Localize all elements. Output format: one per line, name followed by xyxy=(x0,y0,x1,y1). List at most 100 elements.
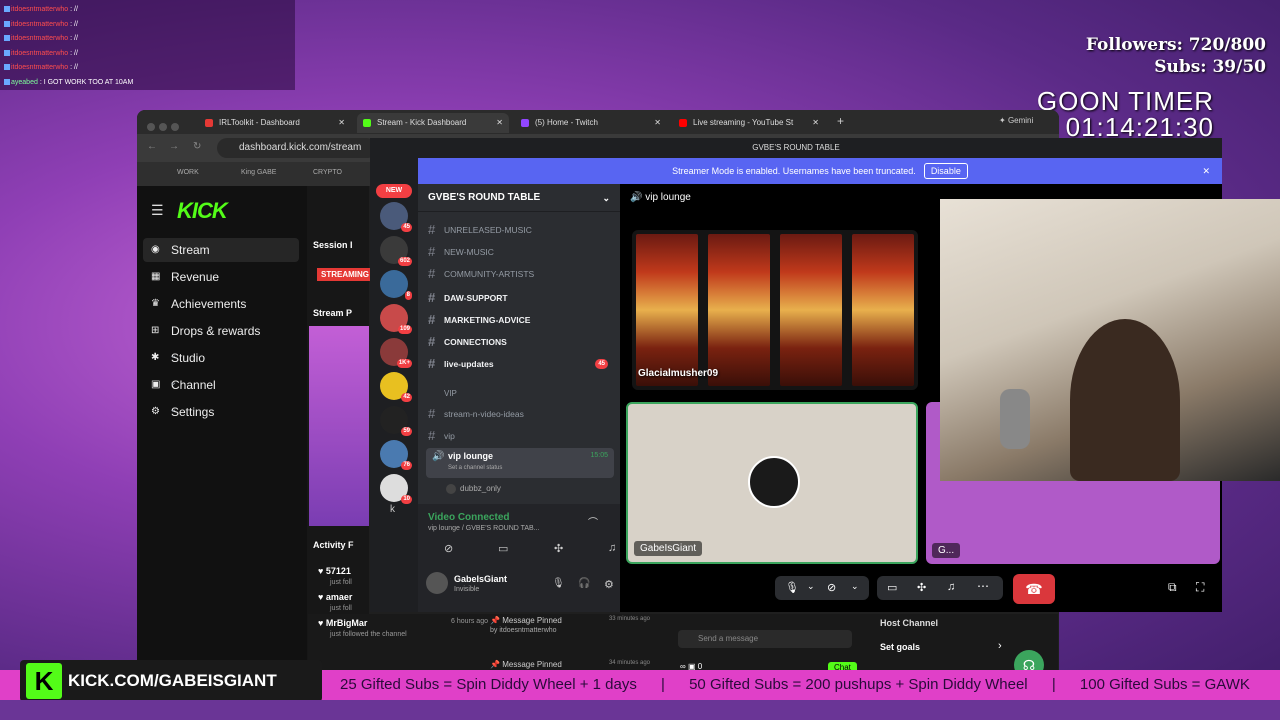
screen-share-icon[interactable]: ▭ xyxy=(887,581,897,594)
channel-item[interactable]: # stream-n-video-ideas xyxy=(426,404,614,424)
fullscreen-icon[interactable]: ⛶ xyxy=(1196,580,1204,595)
voice-channel-active[interactable]: 🔊 vip lounge Set a channel status 15:05 xyxy=(426,448,614,478)
server-header[interactable]: GVBE'S ROUND TABLE ⌄ xyxy=(418,184,620,212)
nav-studio[interactable]: ✱ Studio ⌄ xyxy=(143,346,299,370)
tab-youtube[interactable]: Live streaming - YouTube St ✕ xyxy=(673,113,825,133)
close-icon[interactable]: ✕ xyxy=(654,113,661,133)
gear-icon[interactable]: ⚙ xyxy=(604,578,614,591)
disconnect-icon[interactable]: ⌒ xyxy=(588,514,598,529)
channel-item[interactable]: # MARKETING-ADVICE xyxy=(426,310,614,330)
new-tab-icon[interactable]: + xyxy=(837,114,844,128)
channel-item[interactable]: # DAW-SUPPORT xyxy=(426,288,614,308)
channel-item[interactable]: # NEW-MUSIC xyxy=(426,242,614,262)
close-icon[interactable]: ✕ xyxy=(338,113,345,133)
window-title: GVBE'S ROUND TABLE xyxy=(752,143,840,152)
phone-hangup-icon: ☎ xyxy=(1025,581,1043,597)
forward-icon[interactable]: → xyxy=(169,141,179,152)
chat-user: itdoesntmatterwho xyxy=(11,64,69,71)
tab-label: Live streaming - YouTube St xyxy=(693,118,794,127)
server-icon[interactable]: 76 xyxy=(380,440,412,470)
reload-icon[interactable]: ↻ xyxy=(193,141,201,152)
bookmark-king-gabe[interactable]: King GABE xyxy=(241,169,276,176)
server-icon[interactable]: 59 xyxy=(380,406,412,436)
chevron-down-icon[interactable]: ⌄ xyxy=(851,581,859,592)
video-tile[interactable]: GabeIsGiant xyxy=(626,402,918,564)
server-icon[interactable]: 602 xyxy=(380,236,412,266)
channel-item[interactable]: # live-updates 45 xyxy=(426,354,614,374)
close-icon[interactable]: ✕ xyxy=(812,113,819,133)
channel-item[interactable]: # UNRELEASED-MUSIC xyxy=(426,220,614,240)
category-vip[interactable]: VIP xyxy=(426,384,614,404)
server-icon[interactable]: 45 xyxy=(380,202,412,232)
window-controls[interactable] xyxy=(147,118,187,131)
host-channel[interactable]: Host Channel xyxy=(880,618,938,628)
mic-icon[interactable]: 🎙 xyxy=(785,581,799,594)
pinned-time: 33 minutes ago xyxy=(608,616,650,622)
soundboard-icon[interactable]: ♫ xyxy=(608,542,616,554)
activities-icon[interactable]: ✣ xyxy=(917,581,926,594)
activities-icon[interactable]: ✣ xyxy=(554,542,563,555)
channel-item[interactable]: # CONNECTIONS xyxy=(426,332,614,352)
menu-icon[interactable]: ☰ xyxy=(151,202,164,219)
gemini-button[interactable]: ✦ Gemini xyxy=(999,116,1033,125)
tab-twitch[interactable]: (5) Home - Twitch ✕ xyxy=(515,113,667,133)
pinned-title: Message Pinned xyxy=(502,616,562,625)
close-icon[interactable]: ✕ xyxy=(1202,158,1210,184)
screen-share-tile[interactable]: Glacialmusher09 xyxy=(632,230,918,390)
address-bar[interactable]: dashboard.kick.com/stream xyxy=(217,138,377,158)
disable-button[interactable]: Disable xyxy=(923,163,968,179)
more-icon[interactable]: ⋯ xyxy=(977,579,989,593)
chat-input[interactable]: Send a message xyxy=(678,630,852,648)
kick-logo[interactable]: KICK xyxy=(177,198,228,224)
mention-badge: 10 xyxy=(401,495,412,504)
feed-sub: just followed the channel xyxy=(330,631,407,638)
server-letter[interactable]: k xyxy=(390,504,395,515)
kick-icon xyxy=(363,119,371,127)
close-icon[interactable]: ✕ xyxy=(496,113,503,133)
camera-off-icon[interactable]: ⊘ xyxy=(444,542,453,555)
chevron-down-icon[interactable]: ⌄ xyxy=(807,581,815,592)
mention-badge: 45 xyxy=(401,223,412,232)
server-icon[interactable]: 109 xyxy=(380,304,412,334)
set-goals[interactable]: Set goals xyxy=(880,642,920,652)
hang-up-button[interactable]: ☎ xyxy=(1013,574,1055,604)
bookmark-crypto[interactable]: CRYPTO xyxy=(313,169,342,176)
new-badge: NEW xyxy=(376,184,412,198)
nav-revenue[interactable]: ▦ Revenue xyxy=(143,265,299,289)
followers-goal: Followers: 720/800 xyxy=(1085,35,1266,55)
bottom-background xyxy=(0,700,1280,720)
badge-icon xyxy=(4,78,10,85)
soundboard-icon[interactable]: ♫ xyxy=(947,581,955,593)
pin-icon: 📌 xyxy=(490,660,500,669)
mic-icon[interactable]: 🎙 xyxy=(552,578,565,589)
tab-irltoolkit[interactable]: IRLToolkit - Dashboard ✕ xyxy=(199,113,351,133)
screen-share-icon[interactable]: ▭ xyxy=(498,542,508,555)
server-icon[interactable]: 8 xyxy=(380,270,412,300)
banner-text: Streamer Mode is enabled. Usernames have… xyxy=(672,166,916,176)
ticker-separator: | xyxy=(1051,676,1056,693)
nav-channel[interactable]: ▣ Channel ⌄ xyxy=(143,373,299,397)
nav-drops-rewards[interactable]: ⊞ Drops & rewards xyxy=(143,319,299,343)
back-icon[interactable]: ← xyxy=(147,141,157,152)
nav-achievements[interactable]: ♛ Achievements xyxy=(143,292,299,316)
tab-kick-dashboard[interactable]: Stream - Kick Dashboard ✕ xyxy=(357,113,509,133)
channel-item[interactable]: # COMMUNITY-ARTISTS xyxy=(426,264,614,284)
chat-line: itdoesntmatterwho : // xyxy=(4,3,291,18)
channel-item[interactable]: # vip xyxy=(426,426,614,446)
popout-icon[interactable]: ⧉ xyxy=(1168,580,1177,595)
nav-label: Stream xyxy=(171,243,210,257)
feed-sub: just foll xyxy=(330,579,352,586)
channel-name: UNRELEASED-MUSIC xyxy=(444,225,532,235)
server-icon[interactable]: 10 xyxy=(380,474,412,504)
nav-settings[interactable]: ⚙ Settings ⌄ xyxy=(143,400,299,424)
chevron-right-icon[interactable]: › xyxy=(998,640,1002,652)
hash-icon: # xyxy=(428,334,436,349)
server-rail: NEW 45 602 8 109 1K+ 42 59 76 10 k xyxy=(370,158,418,612)
headphones-icon[interactable]: 🎧 xyxy=(578,578,590,589)
server-icon[interactable]: 42 xyxy=(380,372,412,402)
camera-off-icon[interactable]: ⊘ xyxy=(827,581,836,594)
voice-member[interactable]: dubbz_only xyxy=(446,484,501,494)
server-icon[interactable]: 1K+ xyxy=(380,338,412,368)
bookmark-work[interactable]: WORK xyxy=(177,169,199,176)
nav-stream[interactable]: ◉ Stream xyxy=(143,238,299,262)
